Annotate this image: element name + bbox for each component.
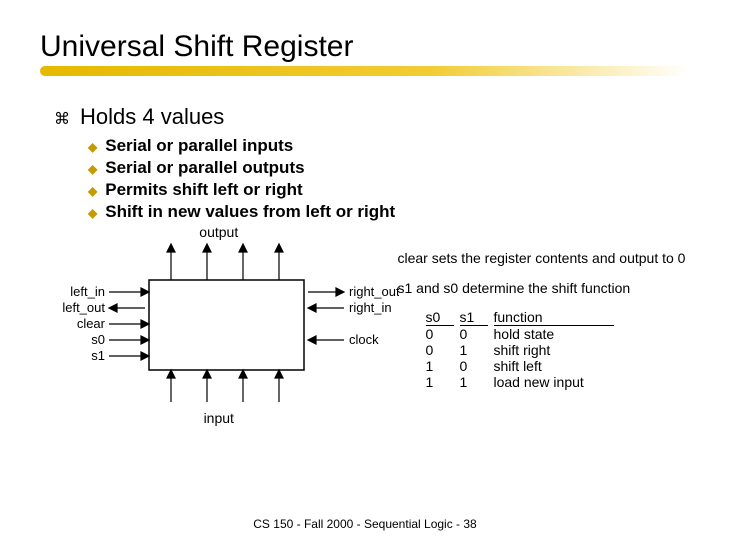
cell: shift right — [494, 342, 614, 358]
pin-s1: s1 — [91, 348, 105, 363]
cell: 1 — [460, 374, 488, 390]
clear-note: clear sets the register contents and out… — [398, 250, 691, 268]
cell: 0 — [426, 326, 454, 342]
select-note: s1 and s0 determine the shift function — [398, 280, 691, 298]
sub-bullet-text: Serial or parallel outputs — [105, 158, 304, 178]
sub-bullet-text: Shift in new values from left or right — [105, 202, 395, 222]
truth-table: s0 s1 function 0 0 hold state 0 1 shift … — [426, 309, 691, 390]
title-underline — [40, 66, 690, 76]
bullet-main-text: Holds 4 values — [80, 104, 224, 130]
pin-left-out: left_out — [62, 300, 105, 315]
pin-clock: clock — [349, 332, 379, 347]
diagram-bottom-label: input — [204, 410, 234, 426]
sub-bullets-list: ◆ Serial or parallel inputs ◆ Serial or … — [88, 136, 690, 222]
sub-bullet-marker-icon: ◆ — [88, 184, 97, 198]
slide-footer: CS 150 - Fall 2000 - Sequential Logic - … — [0, 517, 730, 531]
cell: 0 — [426, 342, 454, 358]
th-function: function — [494, 309, 614, 326]
cell: 0 — [460, 358, 488, 374]
sub-bullet: ◆ Serial or parallel outputs — [88, 158, 690, 178]
cell: hold state — [494, 326, 614, 342]
sub-bullet-text: Serial or parallel inputs — [105, 136, 293, 156]
slide-title: Universal Shift Register — [40, 30, 690, 64]
sub-bullet-marker-icon: ◆ — [88, 140, 97, 154]
diagram-top-label: output — [199, 224, 238, 240]
bullet-main: ⌘ Holds 4 values — [54, 104, 690, 130]
bullet-marker-icon: ⌘ — [54, 109, 70, 129]
sub-bullet-marker-icon: ◆ — [88, 162, 97, 176]
cell: load new input — [494, 374, 614, 390]
cell: 1 — [426, 358, 454, 374]
cell: shift left — [494, 358, 614, 374]
pin-clear: clear — [77, 316, 106, 331]
sub-bullet-text: Permits shift left or right — [105, 180, 302, 200]
sub-bullet: ◆ Shift in new values from left or right — [88, 202, 690, 222]
th-s0: s0 — [426, 309, 454, 326]
th-s1: s1 — [460, 309, 488, 326]
cell: 0 — [460, 326, 488, 342]
cell: 1 — [460, 342, 488, 358]
pin-right-in: right_in — [349, 300, 392, 315]
sub-bullet-marker-icon: ◆ — [88, 206, 97, 220]
cell: 1 — [426, 374, 454, 390]
shift-register-diagram: left_in left_out clear s0 s1 right_out r… — [39, 240, 399, 410]
sub-bullet: ◆ Serial or parallel inputs — [88, 136, 690, 156]
pin-s0: s0 — [91, 332, 105, 347]
pin-right-out: right_out — [349, 284, 399, 299]
sub-bullet: ◆ Permits shift left or right — [88, 180, 690, 200]
pin-left-in: left_in — [70, 284, 105, 299]
